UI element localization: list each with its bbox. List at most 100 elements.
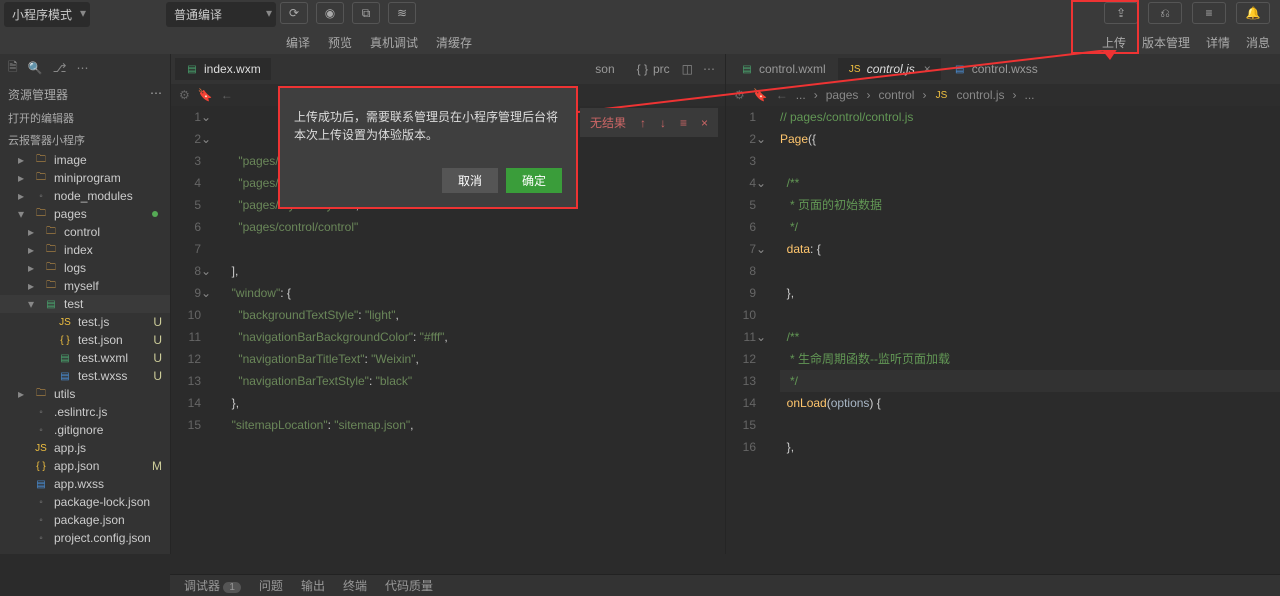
sidebar: 🗎 🔍 ⎇ ⋯ 资源管理器⋯ 打开的编辑器 云报警器小程序 ▸🗀image▸🗀m…: [0, 54, 170, 554]
tree-item-test[interactable]: ▾▤test: [0, 295, 170, 313]
tab-output[interactable]: 输出: [301, 577, 325, 594]
tab-more-icon[interactable]: ⋯: [703, 62, 715, 76]
tree-item-package-lock-json[interactable]: ◦package-lock.json: [0, 493, 170, 511]
label-vcs: 版本管理: [1142, 34, 1190, 51]
file-icon: 🗀: [34, 207, 48, 221]
vcs-icon[interactable]: ⎌: [1148, 2, 1182, 24]
tab-debugger[interactable]: 调试器 1: [184, 577, 241, 594]
file-icon: ◦: [34, 513, 48, 527]
close-find-icon[interactable]: ×: [701, 116, 708, 130]
more-icon[interactable]: ⋯: [76, 61, 88, 75]
tree-item-utils[interactable]: ▸🗀utils: [0, 385, 170, 403]
no-result-label: 无结果: [590, 114, 626, 131]
tree-item-package-json[interactable]: ◦package.json: [0, 511, 170, 529]
sidebar-more-icon[interactable]: ⋯: [150, 86, 162, 103]
right-crumbs: ⚙ 🔖 ← ...› pages› control› JScontrol.js›…: [726, 84, 1280, 106]
explorer-icon[interactable]: 🗎: [8, 58, 18, 79]
open-editors-section[interactable]: 打开的编辑器: [0, 107, 170, 129]
dialog-message: 上传成功后，需要联系管理员在小程序管理后台将本次上传设置为体验版本。: [294, 108, 562, 144]
compile-select[interactable]: 普通编译: [166, 2, 276, 27]
tree-item-logs[interactable]: ▸🗀logs: [0, 259, 170, 277]
file-icon: ◦: [34, 495, 48, 509]
bottom-panel-tabs: 调试器 1 问题 输出 终端 代码质量: [170, 574, 1280, 596]
preview-icon[interactable]: ◉: [316, 2, 344, 24]
tab-control-wxml[interactable]: ▤control.wxml: [730, 58, 836, 80]
label-debug: 真机调试: [370, 34, 418, 51]
tree-item-test-wxml[interactable]: ▤test.wxmlU: [0, 349, 170, 367]
tab-control-wxss[interactable]: ▤control.wxss: [943, 58, 1048, 80]
tree-item-app-js[interactable]: JSapp.js: [0, 439, 170, 457]
tree-item-control[interactable]: ▸🗀control: [0, 223, 170, 241]
tree-item-test-json[interactable]: { }test.jsonU: [0, 331, 170, 349]
file-icon: 🗀: [44, 243, 58, 257]
file-icon: JS: [34, 441, 48, 455]
split-icon[interactable]: ◫: [682, 62, 693, 76]
file-icon: ◦: [34, 405, 48, 419]
label-preview: 预览: [328, 34, 352, 51]
mode-select[interactable]: 小程序模式: [4, 2, 90, 27]
file-icon: ▤: [34, 477, 48, 491]
sidebar-title: 资源管理器⋯: [0, 82, 170, 107]
tree-item-app-json[interactable]: { }app.jsonM: [0, 457, 170, 475]
bookmark-icon[interactable]: 🔖: [198, 88, 213, 102]
prev-match-icon[interactable]: ↑: [640, 116, 646, 130]
back-icon[interactable]: ←: [221, 88, 233, 102]
file-icon: { }: [34, 459, 48, 473]
tab-index-wxml[interactable]: ▤index.wxm: [175, 58, 271, 80]
tab-problems[interactable]: 问题: [259, 577, 283, 594]
tree-item-app-wxss[interactable]: ▤app.wxss: [0, 475, 170, 493]
tree-item-miniprogram[interactable]: ▸🗀miniprogram: [0, 169, 170, 187]
tree-item-index[interactable]: ▸🗀index: [0, 241, 170, 259]
file-icon: 🗀: [34, 153, 48, 167]
back-icon[interactable]: ←: [776, 88, 788, 102]
details-icon[interactable]: ≡: [1192, 2, 1226, 24]
file-tree: ▸🗀image▸🗀miniprogram▸◦node_modules▾🗀page…: [0, 151, 170, 554]
file-icon: JS: [58, 315, 72, 329]
tree-item--gitignore[interactable]: ◦.gitignore: [0, 421, 170, 439]
branch-icon[interactable]: ⎇: [53, 61, 67, 75]
label-compile: 编译: [286, 34, 310, 51]
label-details: 详情: [1206, 34, 1230, 51]
search-icon[interactable]: 🔍: [28, 61, 43, 75]
find-bar: 无结果 ↑ ↓ ≡ ×: [580, 108, 718, 137]
file-icon: ◦: [34, 531, 48, 545]
tab-control-js[interactable]: JScontrol.js×: [838, 58, 941, 80]
top-toolbar: 小程序模式 普通编译 ⟳ ◉ ⧉ ≋ 编译 预览 真机调试 清缓存 ⇪ ⎌ ≡ …: [0, 0, 1280, 54]
tree-item-test-js[interactable]: JStest.jsU: [0, 313, 170, 331]
tree-item-image[interactable]: ▸🗀image: [0, 151, 170, 169]
tab-json[interactable]: son: [585, 58, 624, 80]
tab-terminal[interactable]: 终端: [343, 577, 367, 594]
upload-confirm-dialog: 上传成功后，需要联系管理员在小程序管理后台将本次上传设置为体验版本。 取消 确定: [278, 86, 578, 209]
clear-cache-icon[interactable]: ≋: [388, 2, 416, 24]
compile-icon[interactable]: ⟳: [280, 2, 308, 24]
tree-item--eslintrc-js[interactable]: ◦.eslintrc.js: [0, 403, 170, 421]
cancel-button[interactable]: 取消: [442, 168, 498, 193]
tree-item-pages[interactable]: ▾🗀pages: [0, 205, 170, 223]
notify-icon[interactable]: 🔔: [1236, 2, 1270, 24]
sidebar-toolbar: 🗎 🔍 ⎇ ⋯: [0, 54, 170, 82]
bookmark-icon[interactable]: 🔖: [753, 88, 768, 102]
tree-item-project-config-json[interactable]: ◦project.config.json: [0, 529, 170, 547]
close-icon[interactable]: ×: [924, 62, 931, 76]
file-icon: 🗀: [34, 387, 48, 401]
file-icon: 🗀: [34, 171, 48, 185]
tab-prc[interactable]: { } prc: [627, 58, 680, 80]
ok-button[interactable]: 确定: [506, 168, 562, 193]
tree-item-myself[interactable]: ▸🗀myself: [0, 277, 170, 295]
right-code[interactable]: 12345678910111213141516 // pages/control…: [726, 106, 1280, 554]
next-match-icon[interactable]: ↓: [660, 116, 666, 130]
settings-icon[interactable]: ⚙: [734, 88, 745, 102]
annotation-upload-highlight: [1071, 0, 1139, 54]
file-icon: ▤: [44, 297, 58, 311]
file-icon: ◦: [34, 189, 48, 203]
tree-item-test-wxss[interactable]: ▤test.wxssU: [0, 367, 170, 385]
remote-debug-icon[interactable]: ⧉: [352, 2, 380, 24]
project-section[interactable]: 云报警器小程序: [0, 129, 170, 151]
settings-icon[interactable]: ⚙: [179, 88, 190, 102]
toolbar-action-icons: ⟳ ◉ ⧉ ≋: [280, 2, 416, 24]
tab-quality[interactable]: 代码质量: [385, 577, 433, 594]
file-icon: { }: [58, 333, 72, 347]
find-options-icon[interactable]: ≡: [680, 116, 687, 130]
label-notify: 消息: [1246, 34, 1270, 51]
tree-item-node_modules[interactable]: ▸◦node_modules: [0, 187, 170, 205]
